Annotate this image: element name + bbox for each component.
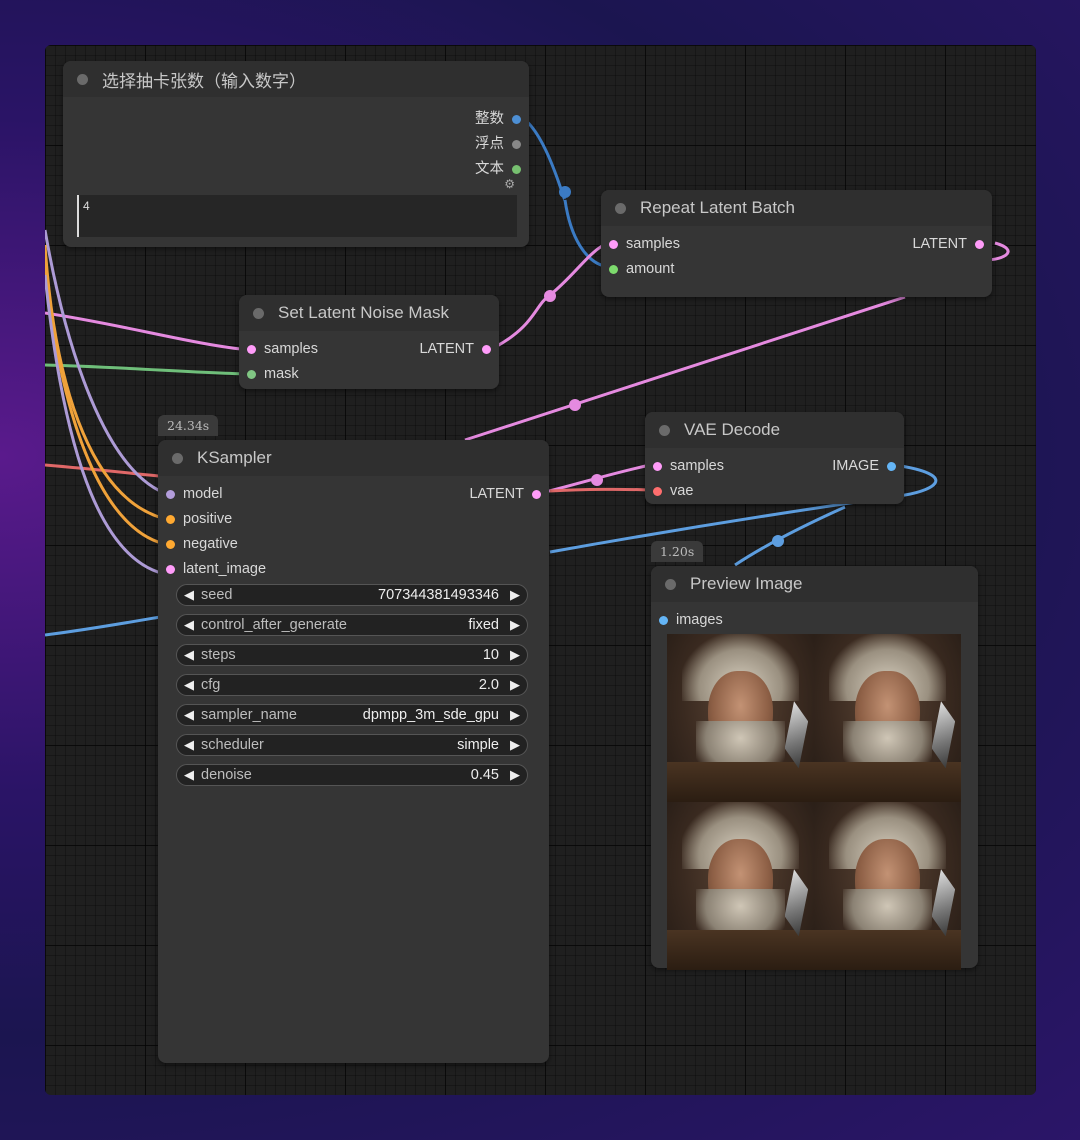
output-slot-string[interactable]: 文本 (475, 157, 521, 178)
int-pin-icon[interactable] (609, 264, 618, 274)
collapse-dot-icon[interactable] (665, 578, 676, 590)
decrement-arrow-icon[interactable]: ◀ (177, 707, 201, 723)
repeat-latent-batch-node[interactable]: Repeat Latent Batch samples amount LATEN… (601, 190, 992, 297)
scheduler-widget[interactable]: ◀ scheduler simple ▶ (176, 734, 528, 756)
output-slot-latent[interactable]: LATENT (469, 486, 541, 502)
execution-time-badge: 24.34s (158, 415, 219, 436)
increment-arrow-icon[interactable]: ▶ (503, 767, 527, 783)
collapse-dot-icon[interactable] (172, 452, 183, 464)
image-pin-icon[interactable] (659, 615, 668, 625)
node-title: Repeat Latent Batch (640, 198, 796, 217)
preview-image[interactable] (667, 802, 814, 970)
float-pin-icon[interactable] (512, 139, 521, 149)
node-canvas[interactable]: 选择抽卡张数（输入数字） 整数 浮点 文本 ⚙ 4 Repeat Latent … (45, 45, 1036, 1095)
vae-pin-icon[interactable] (653, 486, 662, 496)
input-slot-samples[interactable]: samples (247, 341, 318, 357)
preview-image-grid[interactable] (667, 634, 961, 970)
steps-widget[interactable]: ◀ steps 10 ▶ (176, 644, 528, 666)
sampler-name-widget[interactable]: ◀ sampler_name dpmpp_3m_sde_gpu ▶ (176, 704, 528, 726)
increment-arrow-icon[interactable]: ▶ (503, 647, 527, 663)
int-input-node[interactable]: 选择抽卡张数（输入数字） 整数 浮点 文本 ⚙ 4 (63, 61, 529, 247)
conditioning-pin-icon[interactable] (166, 514, 175, 524)
latent-pin-icon[interactable] (166, 564, 175, 574)
collapse-dot-icon[interactable] (77, 73, 88, 85)
control-after-generate-widget[interactable]: ◀ control_after_generate fixed ▶ (176, 614, 528, 636)
node-title: Set Latent Noise Mask (278, 303, 450, 322)
node-title: Preview Image (690, 574, 803, 593)
output-slot-latent[interactable]: LATENT (419, 341, 491, 357)
decrement-arrow-icon[interactable]: ◀ (177, 617, 201, 633)
input-slot-negative[interactable]: negative (166, 536, 238, 552)
input-slot-mask[interactable]: mask (247, 366, 299, 382)
collapse-dot-icon[interactable] (615, 202, 626, 214)
set-noise-mask-node-header[interactable]: Set Latent Noise Mask (239, 295, 499, 331)
increment-arrow-icon[interactable]: ▶ (503, 617, 527, 633)
node-title: VAE Decode (684, 420, 781, 439)
decrement-arrow-icon[interactable]: ◀ (177, 647, 201, 663)
latent-pin-icon[interactable] (653, 461, 662, 471)
output-slot-latent[interactable]: LATENT (912, 236, 984, 252)
ksampler-node[interactable]: KSampler model positive negative latent_… (158, 440, 549, 1063)
model-pin-icon[interactable] (166, 489, 175, 499)
output-slot-float[interactable]: 浮点 (475, 132, 521, 153)
node-title: KSampler (197, 448, 272, 467)
input-slot-latent-image[interactable]: latent_image (166, 561, 266, 577)
vae-decode-node-header[interactable]: VAE Decode (645, 412, 904, 448)
set-latent-noise-mask-node[interactable]: Set Latent Noise Mask samples mask LATEN… (239, 295, 499, 389)
input-slot-samples[interactable]: samples (653, 458, 724, 474)
image-pin-icon[interactable] (887, 461, 896, 471)
repeat-latent-node-header[interactable]: Repeat Latent Batch (601, 190, 992, 226)
int-pin-icon[interactable] (512, 114, 521, 124)
mask-pin-icon[interactable] (247, 369, 256, 379)
increment-arrow-icon[interactable]: ▶ (503, 737, 527, 753)
input-slot-vae[interactable]: vae (653, 483, 693, 499)
preview-image-node-header[interactable]: Preview Image (651, 566, 978, 602)
output-slot-image[interactable]: IMAGE (832, 458, 896, 474)
preview-image[interactable] (814, 802, 961, 970)
latent-pin-icon[interactable] (532, 489, 541, 499)
collapse-dot-icon[interactable] (253, 307, 264, 319)
denoise-widget[interactable]: ◀ denoise 0.45 ▶ (176, 764, 528, 786)
latent-pin-icon[interactable] (482, 344, 491, 354)
seed-widget[interactable]: ◀ seed 707344381493346 ▶ (176, 584, 528, 606)
conditioning-pin-icon[interactable] (166, 539, 175, 549)
input-slot-model[interactable]: model (166, 486, 223, 502)
input-slot-amount[interactable]: amount (609, 261, 674, 277)
increment-arrow-icon[interactable]: ▶ (503, 677, 527, 693)
execution-time-badge: 1.20s (651, 541, 704, 562)
node-title: 选择抽卡张数（输入数字） (102, 71, 306, 91)
preview-image-node[interactable]: Preview Image images (651, 566, 978, 970)
cfg-widget[interactable]: ◀ cfg 2.0 ▶ (176, 674, 528, 696)
increment-arrow-icon[interactable]: ▶ (503, 707, 527, 723)
input-slot-images[interactable]: images (659, 612, 723, 628)
preview-image[interactable] (667, 634, 814, 802)
input-slot-positive[interactable]: positive (166, 511, 232, 527)
decrement-arrow-icon[interactable]: ◀ (177, 767, 201, 783)
latent-pin-icon[interactable] (975, 239, 984, 249)
decrement-arrow-icon[interactable]: ◀ (177, 587, 201, 603)
latent-pin-icon[interactable] (609, 239, 618, 249)
ksampler-node-header[interactable]: KSampler (158, 440, 549, 476)
vae-decode-node[interactable]: VAE Decode samples vae IMAGE (645, 412, 904, 504)
collapse-dot-icon[interactable] (659, 424, 670, 436)
resize-handle-icon[interactable]: ⚙ (504, 177, 515, 191)
string-pin-icon[interactable] (512, 164, 521, 174)
preview-image[interactable] (814, 634, 961, 802)
decrement-arrow-icon[interactable]: ◀ (177, 677, 201, 693)
decrement-arrow-icon[interactable]: ◀ (177, 737, 201, 753)
int-input-node-header[interactable]: 选择抽卡张数（输入数字） (63, 61, 529, 97)
input-slot-samples[interactable]: samples (609, 236, 680, 252)
latent-pin-icon[interactable] (247, 344, 256, 354)
output-slot-int[interactable]: 整数 (475, 107, 521, 128)
number-textarea[interactable]: 4 (77, 195, 517, 237)
increment-arrow-icon[interactable]: ▶ (503, 587, 527, 603)
